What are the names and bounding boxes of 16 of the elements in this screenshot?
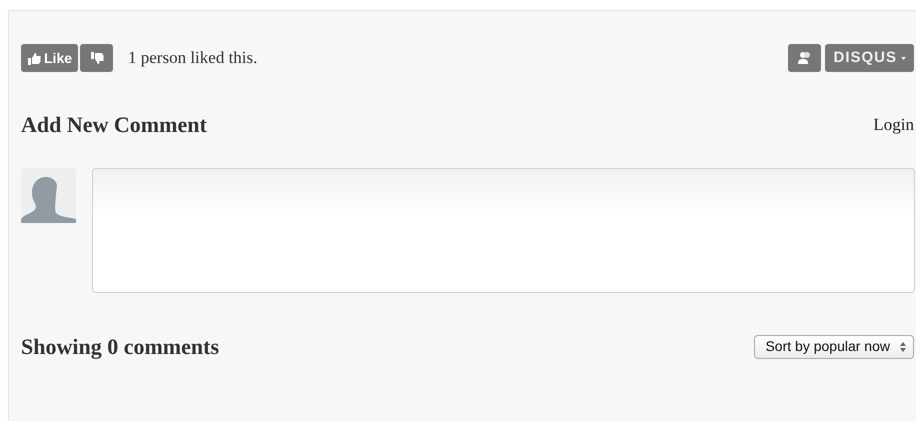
section-heading: Add New Comment [21, 111, 207, 139]
dislike-button[interactable] [80, 44, 114, 72]
comment-field[interactable] [92, 168, 915, 293]
caret-icon [901, 56, 906, 60]
user-button[interactable] [788, 44, 822, 72]
disqus-menu-button[interactable]: DISQUS [825, 44, 914, 72]
comment-count: Showing 0 comments [21, 333, 220, 361]
login-link[interactable]: Login [873, 112, 914, 138]
users-icon [796, 51, 813, 65]
like-summary: 1 person liked this. [128, 47, 258, 70]
sort-dropdown[interactable]: Sort by popular now [754, 334, 914, 358]
like-button[interactable]: Like [21, 44, 78, 72]
avatar-icon [21, 168, 76, 223]
thumbs-down-icon [90, 52, 104, 64]
up-down-arrows-icon [900, 342, 906, 352]
thumbs-up-icon [27, 52, 41, 64]
